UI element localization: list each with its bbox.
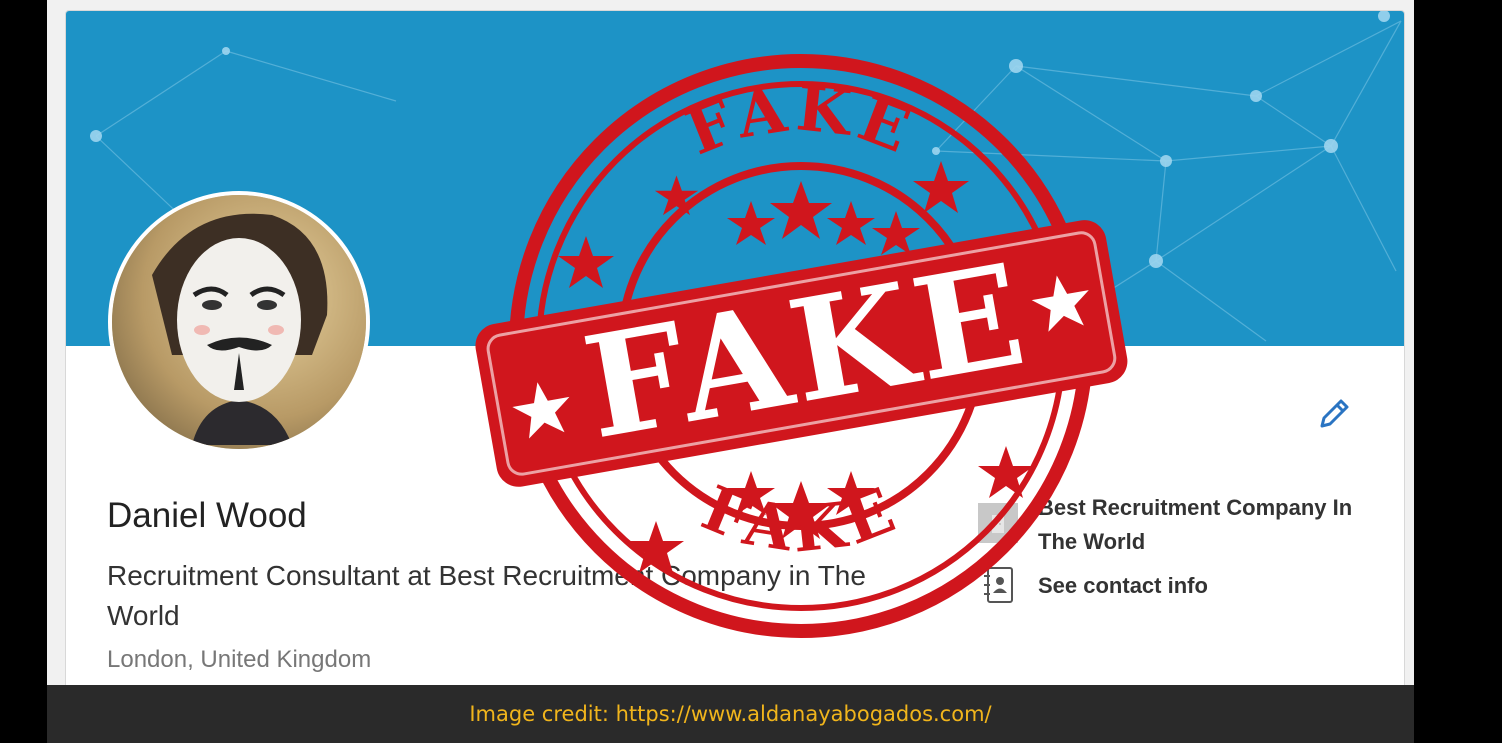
- screenshot-frame: Daniel Wood Recruitment Consultant at Be…: [47, 0, 1414, 685]
- profile-name: Daniel Wood: [107, 496, 307, 535]
- stamp-bottom-word-path: FAKE: [692, 471, 903, 566]
- contact-card-icon: [983, 566, 1015, 609]
- company-logo-icon: [978, 503, 1018, 543]
- stamp-bottom-word: FAKE: [692, 471, 909, 566]
- edit-pencil-icon[interactable]: [1316, 396, 1352, 432]
- profile-location: London, United Kingdom: [107, 646, 372, 673]
- see-contact-info-link[interactable]: See contact info: [978, 566, 1378, 606]
- masked-person-photo: [112, 195, 366, 449]
- profile-headline: Recruitment Consultant at Best Recruitme…: [107, 560, 866, 631]
- profile-avatar[interactable]: [108, 191, 370, 453]
- company-name: Best Recruitment Company In The World: [1038, 495, 1353, 554]
- profile-card: Daniel Wood Recruitment Consultant at Be…: [65, 10, 1405, 685]
- image-credit: Image credit: https://www.aldanayabogado…: [469, 702, 992, 726]
- current-company-link[interactable]: Best Recruitment Company In The World: [978, 491, 1398, 561]
- contact-info-label: See contact info: [1038, 573, 1208, 598]
- caption-bar: Image credit: https://www.aldanayabogado…: [47, 685, 1414, 743]
